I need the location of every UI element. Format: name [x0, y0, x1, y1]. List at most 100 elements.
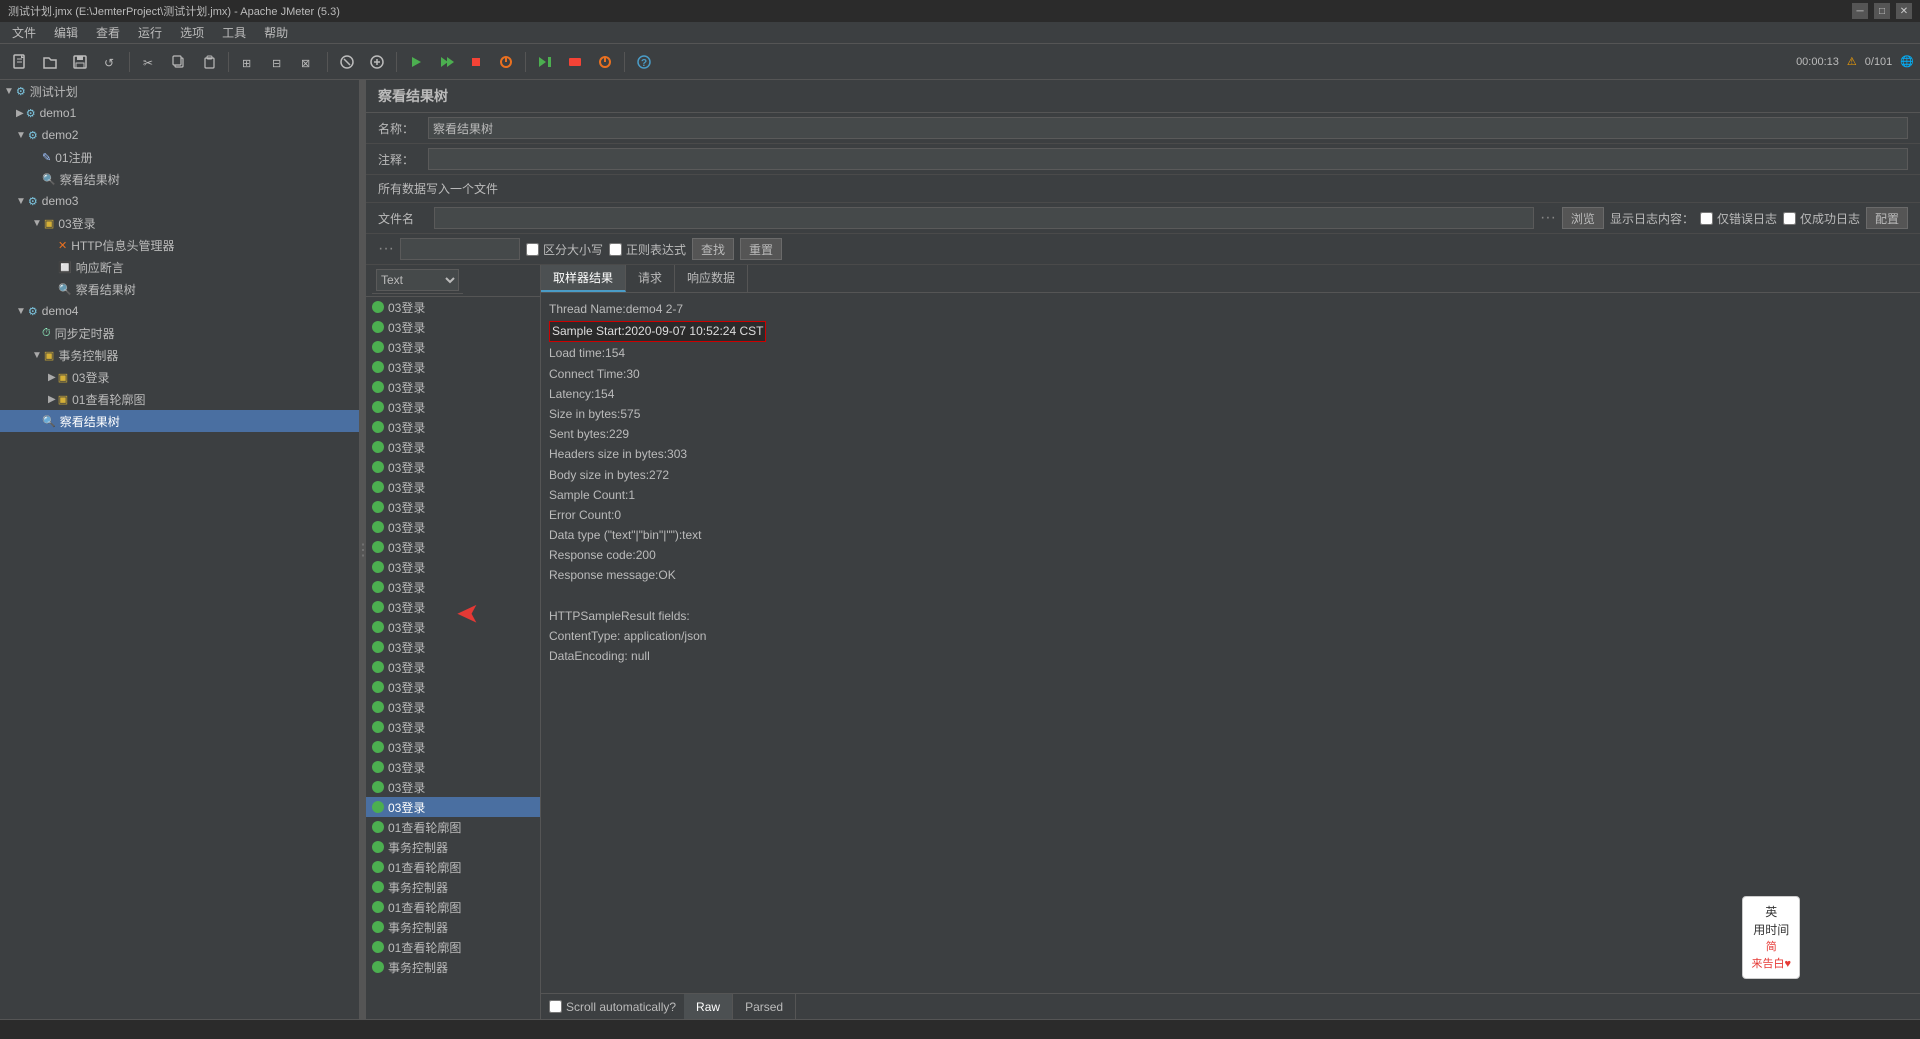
result-item-25[interactable]: 03登录 — [366, 777, 540, 797]
err-log-checkbox[interactable] — [1700, 212, 1713, 225]
detail-tab-item-1[interactable]: 请求 — [626, 265, 675, 292]
result-item-17[interactable]: 03登录 — [366, 617, 540, 637]
result-item-32[interactable]: 事务控制器 — [366, 917, 540, 937]
result-item-2[interactable]: 03登录 — [366, 317, 540, 337]
case-sensitive-checkbox[interactable] — [526, 243, 539, 256]
maximize-button[interactable]: □ — [1874, 3, 1890, 19]
close-button[interactable]: ✕ — [1896, 3, 1912, 19]
sidebar-item-demo1[interactable]: ▶ ⚙ demo1 — [0, 102, 359, 124]
minimize-button[interactable]: ─ — [1852, 3, 1868, 19]
save-button[interactable] — [66, 48, 94, 76]
find-button[interactable]: 查找 — [692, 238, 734, 260]
result-item-9[interactable]: 03登录 — [366, 457, 540, 477]
result-item-10[interactable]: 03登录 — [366, 477, 540, 497]
result-item-19[interactable]: 03登录 — [366, 657, 540, 677]
sidebar-item-reg01[interactable]: ✎ 01注册 — [0, 146, 359, 168]
start-no-pause-button[interactable] — [432, 48, 460, 76]
reset-button[interactable]: 重置 — [740, 238, 782, 260]
result-item-7[interactable]: 03登录 — [366, 417, 540, 437]
result-item-15[interactable]: 03登录 — [366, 577, 540, 597]
err-log-label[interactable]: 仅错误日志 — [1700, 210, 1777, 227]
config-button[interactable]: 配置 — [1866, 207, 1908, 229]
result-item-13[interactable]: 03登录 — [366, 537, 540, 557]
result-item-20[interactable]: 03登录 — [366, 677, 540, 697]
menu-tools[interactable]: 工具 — [214, 22, 254, 43]
result-item-21[interactable]: 03登录 — [366, 697, 540, 717]
result-item-28[interactable]: 事务控制器 — [366, 837, 540, 857]
remote-shutdown-button[interactable] — [591, 48, 619, 76]
success-chk-label[interactable]: 仅成功日志 — [1783, 210, 1860, 227]
case-sensitive-label[interactable]: 区分大小写 — [526, 241, 603, 258]
result-item-16[interactable]: 03登录 — [366, 597, 540, 617]
start-button[interactable] — [402, 48, 430, 76]
detail-tab-item-2[interactable]: 响应数据 — [675, 265, 748, 292]
help-button[interactable]: ? — [630, 48, 658, 76]
menu-run[interactable]: 运行 — [130, 22, 170, 43]
sidebar-item-timer1[interactable]: ⏱ 同步定时器 — [0, 322, 359, 344]
sidebar-item-dir03-2[interactable]: ▶ ▣ 03登录 — [0, 366, 359, 388]
result-item-4[interactable]: 03登录 — [366, 357, 540, 377]
sidebar-item-test-plan[interactable]: ▼ ⚙ 测试计划 — [0, 80, 359, 102]
sidebar-item-http-header[interactable]: ✕ HTTP信息头管理器 — [0, 234, 359, 256]
result-item-14[interactable]: 03登录 — [366, 557, 540, 577]
search-input[interactable] — [400, 238, 520, 260]
regex-label[interactable]: 正则表达式 — [609, 241, 686, 258]
result-item-33[interactable]: 01查看轮廓图 — [366, 937, 540, 957]
tab-parsed[interactable]: Parsed — [733, 994, 796, 1019]
sidebar-item-dir03[interactable]: ▼ ▣ 03登录 — [0, 212, 359, 234]
sidebar-item-demo3[interactable]: ▼ ⚙ demo3 — [0, 190, 359, 212]
result-item-23[interactable]: 03登录 — [366, 737, 540, 757]
revert-button[interactable]: ↺ — [96, 48, 124, 76]
menu-file[interactable]: 文件 — [4, 22, 44, 43]
menu-edit[interactable]: 编辑 — [46, 22, 86, 43]
sidebar-item-result-tree2[interactable]: 🔍 察看结果树 — [0, 278, 359, 300]
result-item-30[interactable]: 事务控制器 — [366, 877, 540, 897]
result-item-29[interactable]: 01查看轮廓图 — [366, 857, 540, 877]
result-item-27[interactable]: 01查看轮廓图 — [366, 817, 540, 837]
browse-button[interactable]: 浏览 — [1562, 207, 1604, 229]
sidebar-item-demo4[interactable]: ▼ ⚙ demo4 — [0, 300, 359, 322]
overlay-widget[interactable]: 英 用时间 简 来告白♥ — [1742, 896, 1800, 979]
result-item-1[interactable]: 03登录 — [366, 297, 540, 317]
tab-raw[interactable]: Raw — [684, 994, 733, 1019]
result-item-5[interactable]: 03登录 — [366, 377, 540, 397]
result-item-34[interactable]: 事务控制器 — [366, 957, 540, 977]
clear-all-button[interactable] — [363, 48, 391, 76]
result-item-3[interactable]: 03登录 — [366, 337, 540, 357]
result-item-24[interactable]: 03登录 — [366, 757, 540, 777]
cut-button[interactable]: ✂ — [135, 48, 163, 76]
result-item-26[interactable]: 03登录 — [366, 797, 540, 817]
detail-tab-item-0[interactable]: 取样器结果 — [541, 265, 626, 292]
comment-input[interactable] — [428, 148, 1908, 170]
paste-button[interactable] — [195, 48, 223, 76]
result-type-select[interactable]: Text取样器结果请求响应数据 — [376, 269, 459, 291]
scroll-auto-checkbox[interactable] — [549, 1000, 562, 1013]
collapse-button[interactable]: ⊟ — [264, 48, 292, 76]
sidebar-item-assert[interactable]: 🔲 响应断言 — [0, 256, 359, 278]
remote-stop-button[interactable] — [561, 48, 589, 76]
result-item-31[interactable]: 01查看轮廓图 — [366, 897, 540, 917]
stop-button[interactable] — [462, 48, 490, 76]
menu-help[interactable]: 帮助 — [256, 22, 296, 43]
sidebar-item-result-tree1[interactable]: 🔍 察看结果树 — [0, 168, 359, 190]
toggle-button[interactable]: ⊠ — [294, 48, 322, 76]
result-item-12[interactable]: 03登录 — [366, 517, 540, 537]
menu-view[interactable]: 查看 — [88, 22, 128, 43]
result-item-18[interactable]: 03登录 — [366, 637, 540, 657]
expand-button[interactable]: ⊞ — [234, 48, 262, 76]
remote-start-button[interactable] — [531, 48, 559, 76]
result-item-6[interactable]: 03登录 — [366, 397, 540, 417]
open-button[interactable] — [36, 48, 64, 76]
result-item-11[interactable]: 03登录 — [366, 497, 540, 517]
name-input[interactable] — [428, 117, 1908, 139]
success-checkbox[interactable] — [1783, 212, 1796, 225]
shutdown-button[interactable] — [492, 48, 520, 76]
regex-checkbox[interactable] — [609, 243, 622, 256]
new-button[interactable] — [6, 48, 34, 76]
menu-options[interactable]: 选项 — [172, 22, 212, 43]
result-item-22[interactable]: 03登录 — [366, 717, 540, 737]
sidebar-item-view01[interactable]: ▶ ▣ 01查看轮廓图 — [0, 388, 359, 410]
sidebar-item-result-tree3[interactable]: 🔍 察看结果树 — [0, 410, 359, 432]
sidebar-item-tx-ctrl[interactable]: ▼ ▣ 事务控制器 — [0, 344, 359, 366]
file-input[interactable] — [434, 207, 1534, 229]
